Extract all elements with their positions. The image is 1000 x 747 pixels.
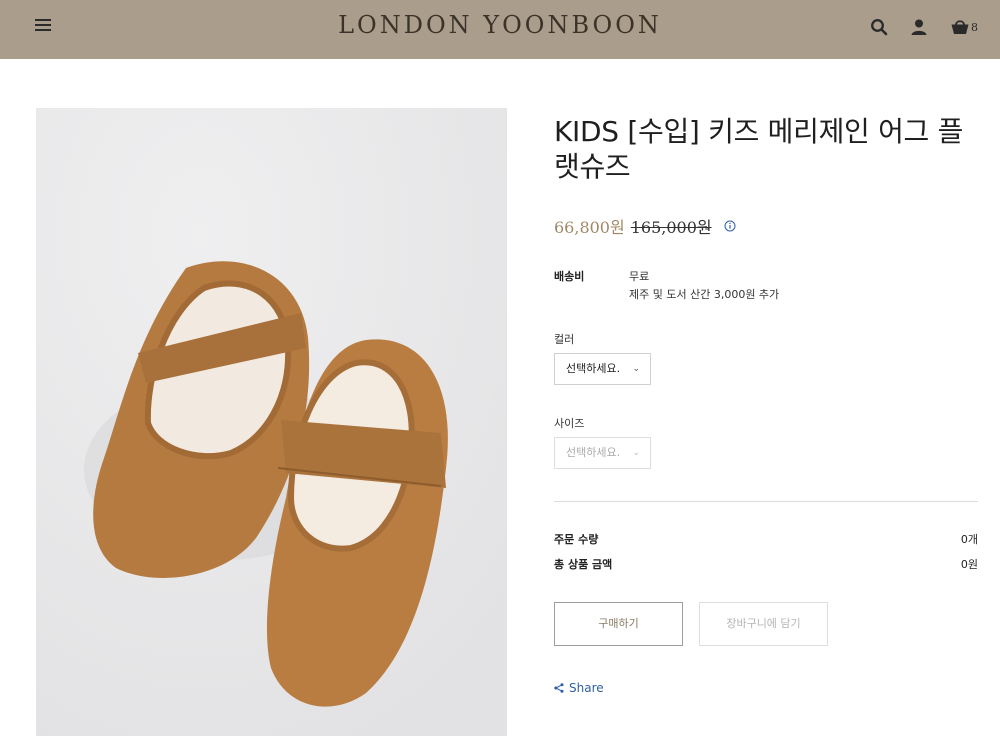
size-select[interactable]: 선택하세요. ⌄ — [554, 437, 651, 469]
product-title: KIDS [수입] 키즈 메리제인 어그 플랫슈즈 — [554, 115, 964, 183]
original-price: 165,000원 — [630, 218, 712, 237]
sale-price: 66,800원 — [554, 218, 625, 237]
share-label: Share — [569, 681, 604, 695]
price-row: 66,800원 165,000원 — [554, 215, 736, 237]
total-value: 0원 — [960, 558, 978, 571]
cart-count-badge: 8 — [971, 21, 978, 34]
total-label: 총 상품 금액 — [554, 558, 613, 571]
size-select-value: 선택하세요. — [566, 446, 621, 459]
search-icon[interactable] — [869, 17, 889, 37]
color-select[interactable]: 선택하세요. ⌄ — [554, 353, 651, 385]
shipping-note: 제주 및 도서 산간 3,000원 추가 — [629, 288, 780, 301]
add-to-cart-button[interactable]: 장바구니에 담기 — [699, 602, 828, 646]
user-icon[interactable] — [909, 17, 929, 37]
divider — [554, 501, 978, 502]
cart-icon[interactable] — [950, 17, 970, 37]
chevron-down-icon: ⌄ — [632, 364, 640, 374]
quantity-value: 0개 — [960, 533, 978, 546]
site-logo[interactable]: LONDON YOONBOON — [0, 11, 1000, 39]
info-icon[interactable] — [724, 220, 736, 232]
quantity-label: 주문 수량 — [554, 533, 599, 546]
size-label: 사이즈 — [554, 417, 585, 430]
shipping-value-block: 무료 제주 및 도서 산간 3,000원 추가 — [629, 268, 779, 304]
buy-button[interactable]: 구매하기 — [554, 602, 683, 646]
share-icon — [554, 683, 564, 693]
top-header: LONDON YOONBOON 8 — [0, 0, 1000, 59]
color-select-value: 선택하세요. — [566, 362, 621, 375]
product-image — [36, 108, 507, 736]
share-link[interactable]: Share — [554, 681, 604, 695]
shipping-value: 무료 — [629, 270, 650, 283]
shipping-label: 배송비 — [554, 270, 585, 283]
chevron-down-icon: ⌄ — [632, 448, 640, 458]
color-label: 컬러 — [554, 333, 575, 346]
